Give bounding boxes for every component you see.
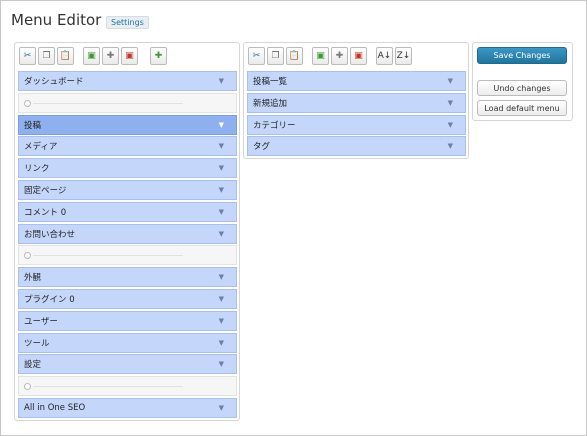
chevron-down-icon[interactable]: ▼ xyxy=(448,121,453,129)
chevron-down-icon[interactable]: ▼ xyxy=(219,404,224,412)
menu-item-label: メディア xyxy=(24,142,58,153)
menu-item-label: タグ xyxy=(253,142,271,153)
separator-handle-icon xyxy=(24,383,31,391)
menu-separator[interactable] xyxy=(18,376,237,397)
new-separator-button[interactable]: ✚ xyxy=(102,47,119,65)
sort-descending-button[interactable]: Z↓ xyxy=(395,47,412,65)
separator-handle-icon xyxy=(24,99,31,107)
menu-item-label: 外観 xyxy=(24,273,42,284)
sort-ascending-button[interactable]: A↓ xyxy=(376,47,393,65)
new-separator-button[interactable]: ✚ xyxy=(331,47,348,65)
menu-item[interactable]: プラグイン 0 ▼ xyxy=(18,289,237,309)
separator-handle-icon xyxy=(24,252,31,260)
sort-ascending-icon: A↓ xyxy=(377,50,392,61)
chevron-down-icon[interactable]: ▼ xyxy=(219,208,224,216)
sort-descending-icon: Z↓ xyxy=(396,50,411,61)
menu-item[interactable]: コメント 0 ▼ xyxy=(18,201,237,222)
menu-item-label: 固定ページ xyxy=(24,186,67,196)
chevron-down-icon[interactable]: ▼ xyxy=(219,339,224,347)
menu-item-label: プラグイン 0 xyxy=(24,295,75,305)
menu-item-label: ツール xyxy=(24,338,50,349)
copy-icon: ❐ xyxy=(42,50,51,61)
menu-item-label: リンク xyxy=(24,164,50,175)
menu-item[interactable]: 新規追加 ▼ xyxy=(247,92,466,113)
menu-item[interactable]: ツール ▼ xyxy=(18,332,237,353)
menu-item-label: 投稿一覧 xyxy=(253,77,288,87)
chevron-down-icon[interactable]: ▼ xyxy=(219,186,224,194)
menu-item-label: ユーザー xyxy=(24,316,58,327)
delete-button[interactable]: ▣ xyxy=(350,47,367,65)
menu-item[interactable]: リンク ▼ xyxy=(18,158,237,179)
settings-link[interactable]: Settings xyxy=(106,16,149,29)
new-separator-icon: ✚ xyxy=(106,50,115,61)
submenu-panel: ✂ ❐ 📋 ▣ ✚ ▣ A↓ Z↓ 投稿一覧 ▼ 新規追加 ▼ カテゴリー ▼ タグ ▼ xyxy=(243,42,469,159)
separator-line xyxy=(33,102,183,104)
new-menu-icon: ▣ xyxy=(87,50,96,61)
separator-line xyxy=(33,255,183,257)
chevron-down-icon[interactable]: ▼ xyxy=(219,164,224,172)
chevron-down-icon[interactable]: ▼ xyxy=(219,317,224,325)
delete-icon: ▣ xyxy=(125,50,134,61)
menu-item[interactable]: ユーザー ▼ xyxy=(18,310,237,331)
menu-item-label: お問い合わせ xyxy=(24,229,76,240)
scissors-button[interactable]: ✂ xyxy=(19,47,36,65)
copy-button[interactable]: ❐ xyxy=(38,47,55,65)
scissors-button[interactable]: ✂ xyxy=(248,47,265,65)
separator-line xyxy=(33,386,183,388)
paste-icon: 📋 xyxy=(59,50,72,61)
menu-separator[interactable] xyxy=(18,245,237,266)
menu-item[interactable]: ダッシュボード ▼ xyxy=(18,71,237,91)
add-button[interactable]: ✚ xyxy=(150,47,167,65)
delete-button[interactable]: ▣ xyxy=(121,47,138,65)
menu-item-label: 投稿 xyxy=(24,120,42,131)
menu-item-label: カテゴリー xyxy=(253,120,296,131)
paste-button[interactable]: 📋 xyxy=(286,47,303,65)
copy-icon: ❐ xyxy=(271,50,280,61)
menu-item[interactable]: 投稿一覧 ▼ xyxy=(247,71,466,91)
undo-changes-button[interactable]: Undo changes xyxy=(477,80,567,96)
menu-item[interactable]: All in One SEO ▼ xyxy=(18,398,237,418)
chevron-down-icon[interactable]: ▼ xyxy=(448,77,453,85)
chevron-down-icon[interactable]: ▼ xyxy=(219,77,224,85)
chevron-down-icon[interactable]: ▼ xyxy=(448,99,453,107)
scissors-icon: ✂ xyxy=(23,50,32,61)
new-item-icon: ▣ xyxy=(316,50,325,61)
delete-icon: ▣ xyxy=(354,50,363,61)
paste-button[interactable]: 📋 xyxy=(57,47,74,65)
chevron-down-icon[interactable]: ▼ xyxy=(219,360,224,368)
paste-icon: 📋 xyxy=(288,50,301,61)
top-level-menu-panel: ✂ ❐ 📋 ▣ ✚ ▣ ✚ ダッシュボード ▼ 投稿 ▼ メディア ▼ リンク ▼ 固定ページ ▼ コメント 0… xyxy=(14,42,240,421)
load-default-menu-button[interactable]: Load default menu xyxy=(477,100,567,116)
chevron-down-icon[interactable]: ▼ xyxy=(448,142,453,150)
save-changes-button[interactable]: Save Changes xyxy=(477,47,567,64)
menu-item[interactable]: タグ ▼ xyxy=(247,136,466,157)
chevron-down-icon[interactable]: ▼ xyxy=(219,142,224,150)
new-menu-button[interactable]: ▣ xyxy=(83,47,100,65)
chevron-down-icon[interactable]: ▼ xyxy=(219,121,224,129)
menu-item[interactable]: 固定ページ ▼ xyxy=(18,180,237,200)
menu-item-label: All in One SEO xyxy=(24,403,86,413)
new-separator-icon: ✚ xyxy=(335,50,344,61)
menu-item-label: 新規追加 xyxy=(253,98,288,109)
add-icon: ✚ xyxy=(154,50,163,61)
chevron-down-icon[interactable]: ▼ xyxy=(219,295,224,303)
chevron-down-icon[interactable]: ▼ xyxy=(219,273,224,281)
menu-item[interactable]: お問い合わせ ▼ xyxy=(18,223,237,244)
chevron-down-icon[interactable]: ▼ xyxy=(219,230,224,238)
copy-button[interactable]: ❐ xyxy=(267,47,284,65)
menu-item[interactable]: 設定 ▼ xyxy=(18,354,237,375)
menu-item[interactable]: 投稿 ▼ xyxy=(18,114,237,135)
menu-item-label: コメント 0 xyxy=(24,207,67,218)
menu-item[interactable]: カテゴリー ▼ xyxy=(247,114,466,135)
menu-item-label: 設定 xyxy=(24,360,42,371)
scissors-icon: ✂ xyxy=(252,50,261,61)
new-item-button[interactable]: ▣ xyxy=(312,47,329,65)
menu-item-label: ダッシュボード xyxy=(24,77,84,87)
page-title: Menu Editor xyxy=(11,11,102,29)
menu-item[interactable]: 外観 ▼ xyxy=(18,267,237,288)
menu-separator[interactable] xyxy=(18,92,237,113)
menu-item[interactable]: メディア ▼ xyxy=(18,136,237,157)
